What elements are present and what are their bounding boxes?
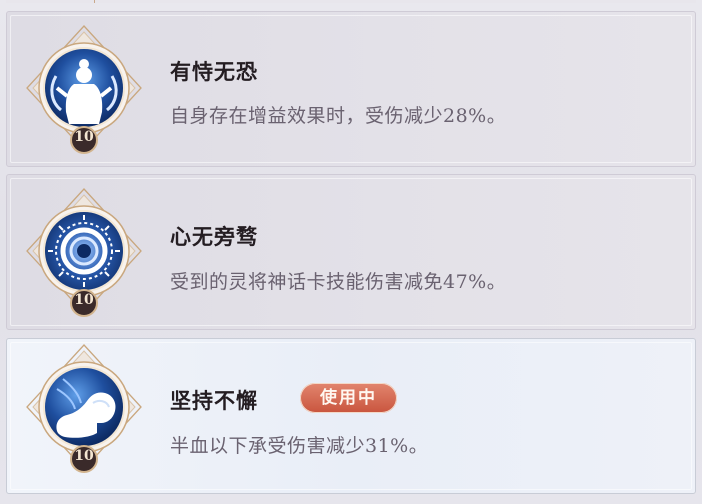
skill-badge: 10 [21, 24, 147, 162]
previous-card-edge [6, 0, 696, 3]
skill-description: 半血以下承受伤害减少31%。 [170, 435, 429, 457]
skill-name: 坚持不懈 [170, 388, 258, 413]
skill-description: 自身存在增益效果时，受伤减少28%。 [170, 105, 507, 127]
skill-badge: 10 [21, 343, 147, 481]
skill-level: 10 [74, 129, 94, 145]
skill-name: 心无旁骛 [170, 224, 258, 249]
skill-name: 有恃无恐 [170, 59, 258, 84]
skill-card[interactable]: 10 有恃无恐 自身存在增益效果时，受伤减少28%。 [6, 11, 696, 167]
skill-badge: 10 [21, 187, 147, 325]
skill-level: 10 [74, 292, 94, 308]
skill-description: 受到的灵将神话卡技能伤害减免47%。 [170, 271, 507, 293]
skill-card[interactable]: 10 心无旁骛 受到的灵将神话卡技能伤害减免47%。 [6, 174, 696, 330]
skill-card-active[interactable]: 10 坚持不懈 使用中 半血以下承受伤害减少31%。 [6, 338, 696, 494]
skill-level: 10 [74, 448, 94, 464]
in-use-badge: 使用中 [300, 383, 397, 413]
previous-card-ornament [94, 0, 95, 3]
